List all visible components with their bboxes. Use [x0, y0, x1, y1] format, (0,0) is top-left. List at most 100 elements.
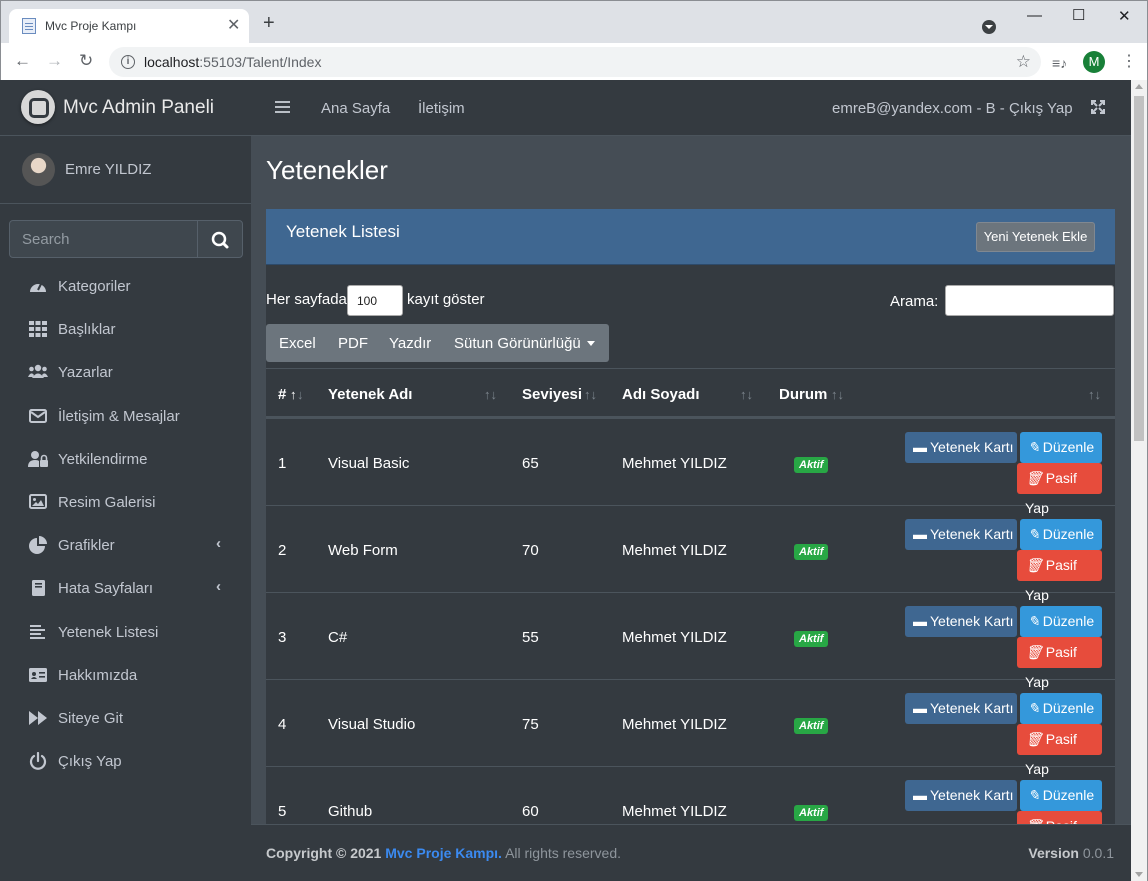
- table-search-input[interactable]: [945, 285, 1114, 316]
- cell-level: 55: [522, 629, 539, 646]
- book-icon: [32, 580, 45, 597]
- url-field[interactable]: i localhost:55103/Talent/Index ☆: [109, 47, 1041, 77]
- print-button[interactable]: Yazdır: [389, 335, 431, 352]
- talent-card-button-label: Yetenek Kartı: [930, 526, 1014, 542]
- reading-list-icon[interactable]: ≡♪: [1052, 55, 1067, 71]
- browser-menu-icon[interactable]: ⋮: [1121, 51, 1137, 71]
- card-title: Yetenek Listesi: [286, 222, 400, 241]
- talent-card-button-label: Yetenek Kartı: [930, 787, 1014, 803]
- sidebar-item-siteye-git[interactable]: Siteye Git: [8, 697, 243, 740]
- nav-link-account-logout[interactable]: emreB@yandex.com - B - Çıkış Yap: [832, 100, 1073, 117]
- url-host: localhost: [144, 54, 200, 70]
- scroll-down-icon[interactable]: [1135, 872, 1143, 877]
- per-page-label: Her sayfada: [266, 291, 347, 308]
- browser-tab[interactable]: Mvc Proje Kampı ✕: [9, 9, 249, 43]
- table-row: 4 Visual Studio 75 Mehmet YILDIZ Aktif ▬…: [266, 680, 1115, 777]
- edit-button-label: Düzenle: [1042, 613, 1095, 629]
- back-icon[interactable]: ←: [14, 52, 31, 70]
- forward-icon[interactable]: →: [46, 52, 63, 70]
- column-visibility-button[interactable]: Sütun Görünürlüğü: [454, 335, 581, 352]
- sidebar-item-hata-sayfalari[interactable]: Hata Sayfaları ‹: [8, 567, 243, 610]
- passive-button[interactable]: 🗑Pasif Yap: [1017, 637, 1102, 690]
- column-header-name[interactable]: Yetenek Adı: [328, 386, 412, 403]
- sidebar-item-resim-galerisi[interactable]: Resim Galerisi: [8, 481, 243, 524]
- pencil-icon: ✎: [1028, 613, 1040, 629]
- caret-down-icon: [587, 341, 595, 346]
- hamburger-menu-icon[interactable]: [275, 101, 290, 103]
- sidebar-item-cikis-yap[interactable]: Çıkış Yap: [8, 740, 243, 783]
- scroll-up-icon[interactable]: [1135, 84, 1143, 89]
- folder-icon: ▬: [913, 526, 927, 542]
- talent-card-button[interactable]: ▬ Yetenek Kartı: [905, 780, 1017, 811]
- sidebar-item-yazarlar[interactable]: Yazarlar: [8, 351, 243, 394]
- top-navbar: Ana Sayfa İletişim emreB@yandex.com - B …: [251, 80, 1131, 136]
- add-talent-button[interactable]: Yeni Yetenek Ekle: [976, 222, 1095, 252]
- passive-button[interactable]: 🗑Pasif Yap: [1017, 550, 1102, 603]
- fullscreen-icon[interactable]: [1091, 100, 1105, 114]
- page-scrollbar[interactable]: [1131, 80, 1147, 881]
- edit-button[interactable]: ✎ Düzenle: [1020, 693, 1102, 724]
- talent-card-button[interactable]: ▬ Yetenek Kartı: [905, 693, 1017, 724]
- tab-search-icon[interactable]: [982, 20, 996, 34]
- folder-icon: ▬: [913, 613, 927, 629]
- sort-asc-icon: ↑: [290, 387, 297, 402]
- new-tab-icon[interactable]: +: [263, 13, 275, 33]
- footer-site-link[interactable]: Mvc Proje Kampı.: [385, 845, 502, 861]
- pdf-button[interactable]: PDF: [338, 335, 368, 352]
- nav-link-home[interactable]: Ana Sayfa: [321, 100, 390, 117]
- sidebar-item-basliklar[interactable]: Başlıklar: [8, 308, 243, 351]
- nav-link-contact[interactable]: İletişim: [418, 100, 465, 117]
- chevron-left-icon: ‹: [216, 578, 221, 596]
- search-input[interactable]: Search: [9, 220, 198, 258]
- column-header-person[interactable]: Adı Soyadı: [622, 386, 700, 403]
- version-value: 0.0.1: [1082, 845, 1114, 861]
- scrollbar-thumb[interactable]: [1134, 96, 1144, 441]
- column-header-level[interactable]: Seviyesi: [522, 386, 582, 403]
- sidebar: Mvc Admin Paneli Emre YILDIZ Search Kate…: [0, 80, 251, 881]
- per-page-select[interactable]: 100: [347, 285, 403, 316]
- excel-button[interactable]: Excel: [279, 335, 316, 352]
- passive-button[interactable]: 🗑Pasif Yap: [1017, 463, 1102, 516]
- sidebar-item-yetkilendirme[interactable]: Yetkilendirme: [8, 438, 243, 481]
- cell-level: 60: [522, 803, 539, 820]
- table-row: 3 C# 55 Mehmet YILDIZ Aktif ▬ Yetenek Kar…: [266, 593, 1115, 690]
- cell-name: Visual Studio: [328, 716, 416, 733]
- sidebar-item-kategoriler[interactable]: Kategoriler: [8, 265, 243, 308]
- pie-chart-icon: [29, 536, 47, 555]
- sidebar-item-grafikler[interactable]: Grafikler ‹: [8, 524, 243, 567]
- reload-icon[interactable]: ↻: [79, 52, 93, 70]
- passive-button[interactable]: 🗑Pasif Yap: [1017, 724, 1102, 777]
- close-window-icon[interactable]: ✕: [1118, 7, 1131, 25]
- profile-avatar[interactable]: M: [1083, 51, 1105, 73]
- edit-button[interactable]: ✎ Düzenle: [1020, 519, 1102, 550]
- edit-button[interactable]: ✎ Düzenle: [1020, 606, 1102, 637]
- column-header-status[interactable]: Durum: [779, 386, 827, 403]
- search-button[interactable]: [197, 220, 243, 258]
- talent-card-button[interactable]: ▬ Yetenek Kartı: [905, 606, 1017, 637]
- minimize-icon[interactable]: —: [1027, 7, 1042, 24]
- talent-card-button-label: Yetenek Kartı: [930, 439, 1014, 455]
- pencil-icon: ✎: [1028, 700, 1040, 716]
- bookmark-star-icon[interactable]: ☆: [1016, 52, 1031, 72]
- sidebar-item-yetenek-listesi[interactable]: Yetenek Listesi: [8, 611, 243, 654]
- sidebar-item-hakkimizda[interactable]: Hakkımızda: [8, 654, 243, 697]
- column-header-id[interactable]: #: [278, 386, 286, 403]
- close-tab-icon[interactable]: ✕: [227, 15, 240, 35]
- cell-name: Github: [328, 803, 373, 820]
- table-row: 2 Web Form 70 Mehmet YILDIZ Aktif ▬ Yeten…: [266, 506, 1115, 603]
- edit-button[interactable]: ✎ Düzenle: [1020, 780, 1102, 811]
- footer: Copyright © 2021 Mvc Proje Kampı. All ri…: [251, 824, 1131, 881]
- folder-icon: ▬: [913, 700, 927, 716]
- cell-id: 3: [278, 629, 287, 646]
- brand[interactable]: Mvc Admin Paneli: [0, 80, 251, 136]
- edit-button[interactable]: ✎ Düzenle: [1020, 432, 1102, 463]
- talent-card-button[interactable]: ▬ Yetenek Kartı: [905, 432, 1017, 463]
- site-info-icon[interactable]: i: [121, 55, 135, 69]
- talent-card: Yetenek Listesi Yeni Yetenek Ekle Her sa…: [266, 209, 1115, 864]
- version: Version 0.0.1: [1028, 845, 1114, 861]
- maximize-icon[interactable]: ☐: [1072, 6, 1085, 24]
- sidebar-item-iletisim[interactable]: İletişim & Mesajlar: [8, 395, 243, 438]
- user-panel[interactable]: Emre YILDIZ: [0, 136, 251, 204]
- talent-card-button[interactable]: ▬ Yetenek Kartı: [905, 519, 1017, 550]
- sidebar-search: Search: [9, 220, 243, 258]
